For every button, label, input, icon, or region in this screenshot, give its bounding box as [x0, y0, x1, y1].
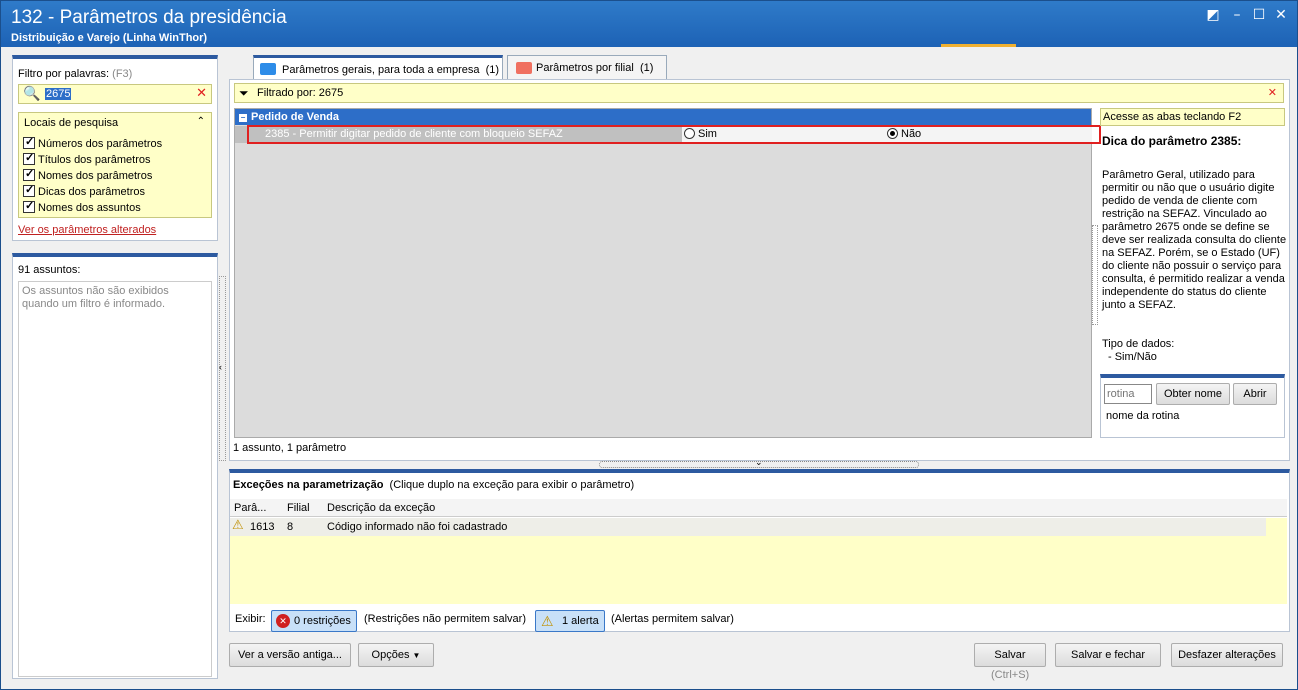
exceptions-hint: (Clique duplo na exceção para exibir o p…	[389, 479, 635, 491]
routine-box: Obter nome Abrir nome da rotina	[1100, 374, 1285, 438]
search-places-box: Locais de pesquisa ⌃ Números dos parâmet…	[18, 112, 212, 218]
filter-label: Filtro por palavras:	[18, 68, 110, 80]
checkbox[interactable]	[23, 151, 35, 165]
undo-button[interactable]: Desfazer alterações	[1171, 643, 1283, 667]
clear-filtered-icon[interactable]: ✕	[1268, 86, 1277, 99]
tab-branch[interactable]: Parâmetros por filial (1)	[507, 55, 667, 79]
search-places-title: Locais de pesquisa	[24, 117, 119, 129]
collapse-group-icon[interactable]: −	[239, 114, 247, 122]
data-type-value: - Sim/Não	[1108, 351, 1157, 363]
checkbox[interactable]	[23, 199, 35, 213]
search-place-item[interactable]: Dicas dos parâmetros	[23, 183, 145, 198]
filter-shortcut: (F3)	[112, 68, 133, 80]
main-panel: ⏷ Filtrado por: 2675 ✕ − Pedido de Venda …	[229, 79, 1290, 461]
dropdown-arrow-icon: ▼	[412, 651, 421, 660]
alerts-note: (Alertas permitem salvar)	[611, 613, 734, 625]
params-grid: − Pedido de Venda 2385 - Permitir digitar…	[234, 108, 1101, 438]
exceptions-header: Parâ... Filial Descrição da exceção	[230, 499, 1287, 517]
filter-value: 2675	[45, 88, 72, 100]
tip-body: Parâmetro Geral, utilizado para permitir…	[1102, 169, 1287, 311]
tab-general[interactable]: Parâmetros gerais, para toda a empresa (…	[253, 55, 503, 80]
exceptions-body: ⚠ 1613 8 Código informado não foi cadast…	[230, 518, 1287, 604]
window-title: 132 - Parâmetros da presidência	[11, 7, 287, 28]
alerts-toggle[interactable]: ⚠ 1 alerta	[535, 610, 605, 632]
exceptions-title: Exceções na parametrização	[233, 479, 384, 491]
error-icon: ✕	[276, 614, 290, 628]
chevron-left-icon[interactable]: ‹	[219, 362, 222, 372]
save-shortcut: (Ctrl+S)	[991, 669, 1030, 681]
options-button[interactable]: Opções ▼	[358, 643, 434, 667]
search-place-item[interactable]: Nomes dos parâmetros	[23, 167, 152, 182]
hint-text: Acesse as abas teclando F2	[1103, 111, 1242, 123]
subjects-panel: 91 assuntos: Os assuntos não são exibido…	[12, 253, 218, 679]
open-button[interactable]: Abrir	[1233, 383, 1277, 405]
collapse-icon[interactable]: ⌃	[197, 116, 205, 127]
tab-branch-label: Parâmetros por filial	[536, 62, 634, 74]
subjects-count: 91 assuntos:	[18, 264, 81, 276]
exceptions-panel: Exceções na parametrização (Clique duplo…	[229, 469, 1290, 632]
title-bar: 132 - Parâmetros da presidência Distribu…	[1, 1, 1297, 47]
old-version-button[interactable]: Ver a versão antiga...	[229, 643, 351, 667]
table-row[interactable]: ⚠ 1613 8 Código informado não foi cadast…	[230, 518, 1266, 536]
tip-splitter[interactable]	[1092, 225, 1098, 325]
changed-params-link[interactable]: Ver os parâmetros alterados	[18, 224, 156, 236]
highlight-box	[247, 125, 1101, 144]
col-param[interactable]: Parâ...	[234, 502, 266, 514]
list-status: 1 assunto, 1 parâmetro	[233, 442, 347, 454]
search-icon: 🔍	[23, 86, 41, 102]
subjects-message: Os assuntos não são exibidos quando um f…	[18, 281, 212, 677]
filtered-bar: ⏷ Filtrado por: 2675 ✕	[234, 83, 1284, 103]
window-subtitle: Distribuição e Varejo (Linha WinThor)	[11, 32, 208, 44]
clear-filter-icon[interactable]: ✕	[196, 86, 207, 101]
routine-name-label: nome da rotina	[1106, 410, 1180, 422]
data-type-label: Tipo de dados:	[1102, 338, 1175, 350]
folder-red-icon	[516, 62, 532, 74]
hint-box: Acesse as abas teclando F2	[1100, 108, 1285, 126]
folder-blue-icon	[260, 63, 276, 75]
filtered-text: Filtrado por: 2675	[257, 87, 344, 99]
col-description[interactable]: Descrição da exceção	[327, 502, 435, 514]
get-name-button[interactable]: Obter nome	[1156, 383, 1230, 405]
search-place-item[interactable]: Números dos parâmetros	[23, 135, 162, 150]
restrictions-toggle[interactable]: ✕ 0 restrições	[271, 610, 357, 632]
title-accent	[941, 44, 1016, 47]
col-filial[interactable]: Filial	[287, 502, 310, 514]
minimize-icon[interactable]: –	[1229, 7, 1245, 23]
routine-input[interactable]	[1104, 384, 1152, 404]
warning-icon: ⚠	[541, 613, 554, 629]
search-place-item[interactable]: Títulos dos parâmetros	[23, 151, 151, 166]
tip-title: Dica do parâmetro 2385:	[1102, 134, 1242, 148]
tab-general-label: Parâmetros gerais, para toda a empresa	[282, 64, 480, 76]
save-button[interactable]: Salvar	[974, 643, 1046, 667]
search-place-item[interactable]: Nomes dos assuntos	[23, 199, 141, 214]
warning-icon: ⚠	[232, 518, 244, 533]
filter-input[interactable]: 🔍 2675 ✕	[18, 84, 212, 104]
filter-panel: Filtro por palavras: (F3) 🔍 2675 ✕ Locai…	[12, 55, 218, 241]
restrictions-note: (Restrições não permitem salvar)	[364, 613, 526, 625]
group-header[interactable]: − Pedido de Venda	[235, 109, 1091, 125]
checkbox[interactable]	[23, 167, 35, 181]
chevron-down-icon[interactable]: ⌄	[755, 457, 763, 468]
save-close-button[interactable]: Salvar e fechar	[1055, 643, 1161, 667]
checkbox[interactable]	[23, 135, 35, 149]
checkbox[interactable]	[23, 183, 35, 197]
maximize-icon[interactable]: ☐	[1251, 7, 1267, 23]
close-icon[interactable]: ✕	[1273, 7, 1289, 23]
funnel-icon: ⏷	[239, 86, 249, 100]
restore-icon[interactable]: ◩	[1205, 7, 1221, 23]
app-window: 132 - Parâmetros da presidência Distribu…	[0, 0, 1298, 690]
show-label: Exibir:	[235, 613, 266, 625]
